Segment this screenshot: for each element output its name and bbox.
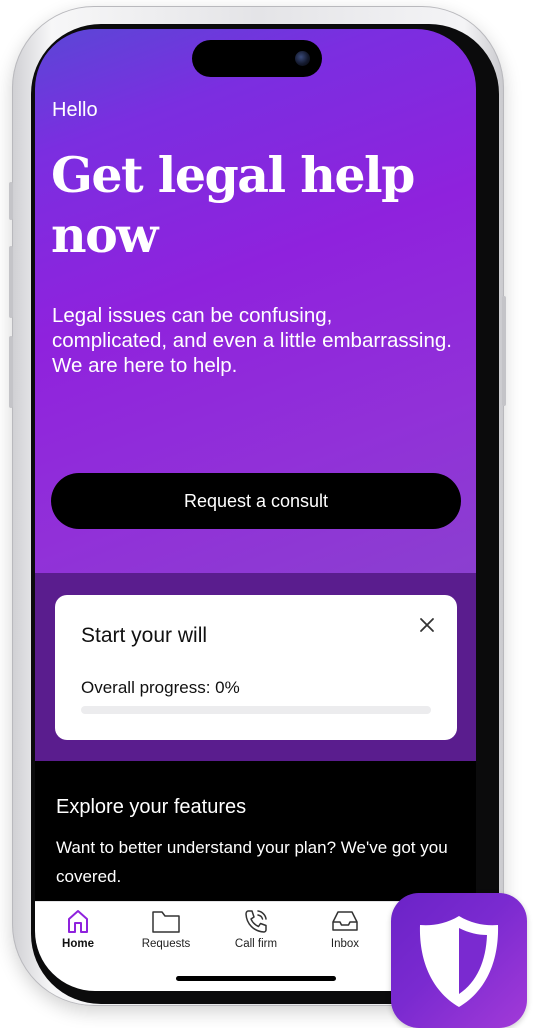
home-icon <box>68 910 88 933</box>
volume-down-button <box>9 336 13 408</box>
phone-screen: Hello Get legal help now Legal issues ca… <box>35 29 476 991</box>
hero-subtitle: Legal issues can be confusing, complicat… <box>52 304 452 377</box>
camera-icon <box>295 51 310 66</box>
tab-home-label: Home <box>62 938 94 950</box>
explore-title: Explore your features <box>56 796 247 818</box>
page-title: Get legal help now <box>51 146 415 264</box>
progress-bar <box>81 706 431 714</box>
explore-description: Want to better understand your plan? We'… <box>56 838 448 886</box>
progress-label: Overall progress: 0% <box>81 678 240 697</box>
dynamic-island <box>192 40 322 77</box>
shield-icon <box>419 915 499 1007</box>
volume-up-button <box>9 246 13 318</box>
request-consult-button[interactable]: Request a consult <box>51 473 461 529</box>
app-icon[interactable] <box>391 893 527 1028</box>
explore-section: Explore your features Want to better und… <box>35 761 476 901</box>
greeting: Hello <box>52 99 98 121</box>
tab-call-firm[interactable]: Call firm <box>221 908 291 958</box>
will-card-title: Start your will <box>81 624 208 647</box>
hero-section: Hello Get legal help now Legal issues ca… <box>35 29 476 573</box>
will-section: Start your will Overall progress: 0% <box>35 573 476 761</box>
home-indicator <box>176 976 336 981</box>
phone-icon <box>245 910 267 933</box>
power-button <box>502 296 506 406</box>
tab-inbox[interactable]: Inbox <box>310 908 380 958</box>
tab-call-firm-label: Call firm <box>234 938 278 950</box>
action-button <box>9 182 13 220</box>
tab-home[interactable]: Home <box>43 908 113 958</box>
close-icon[interactable] <box>415 613 439 637</box>
inbox-icon <box>332 911 358 931</box>
tab-inbox-label: Inbox <box>330 938 360 950</box>
will-card[interactable]: Start your will Overall progress: 0% <box>55 595 457 740</box>
tab-requests[interactable]: Requests <box>131 908 201 958</box>
tab-requests-label: Requests <box>141 938 191 950</box>
folder-icon <box>152 911 180 933</box>
